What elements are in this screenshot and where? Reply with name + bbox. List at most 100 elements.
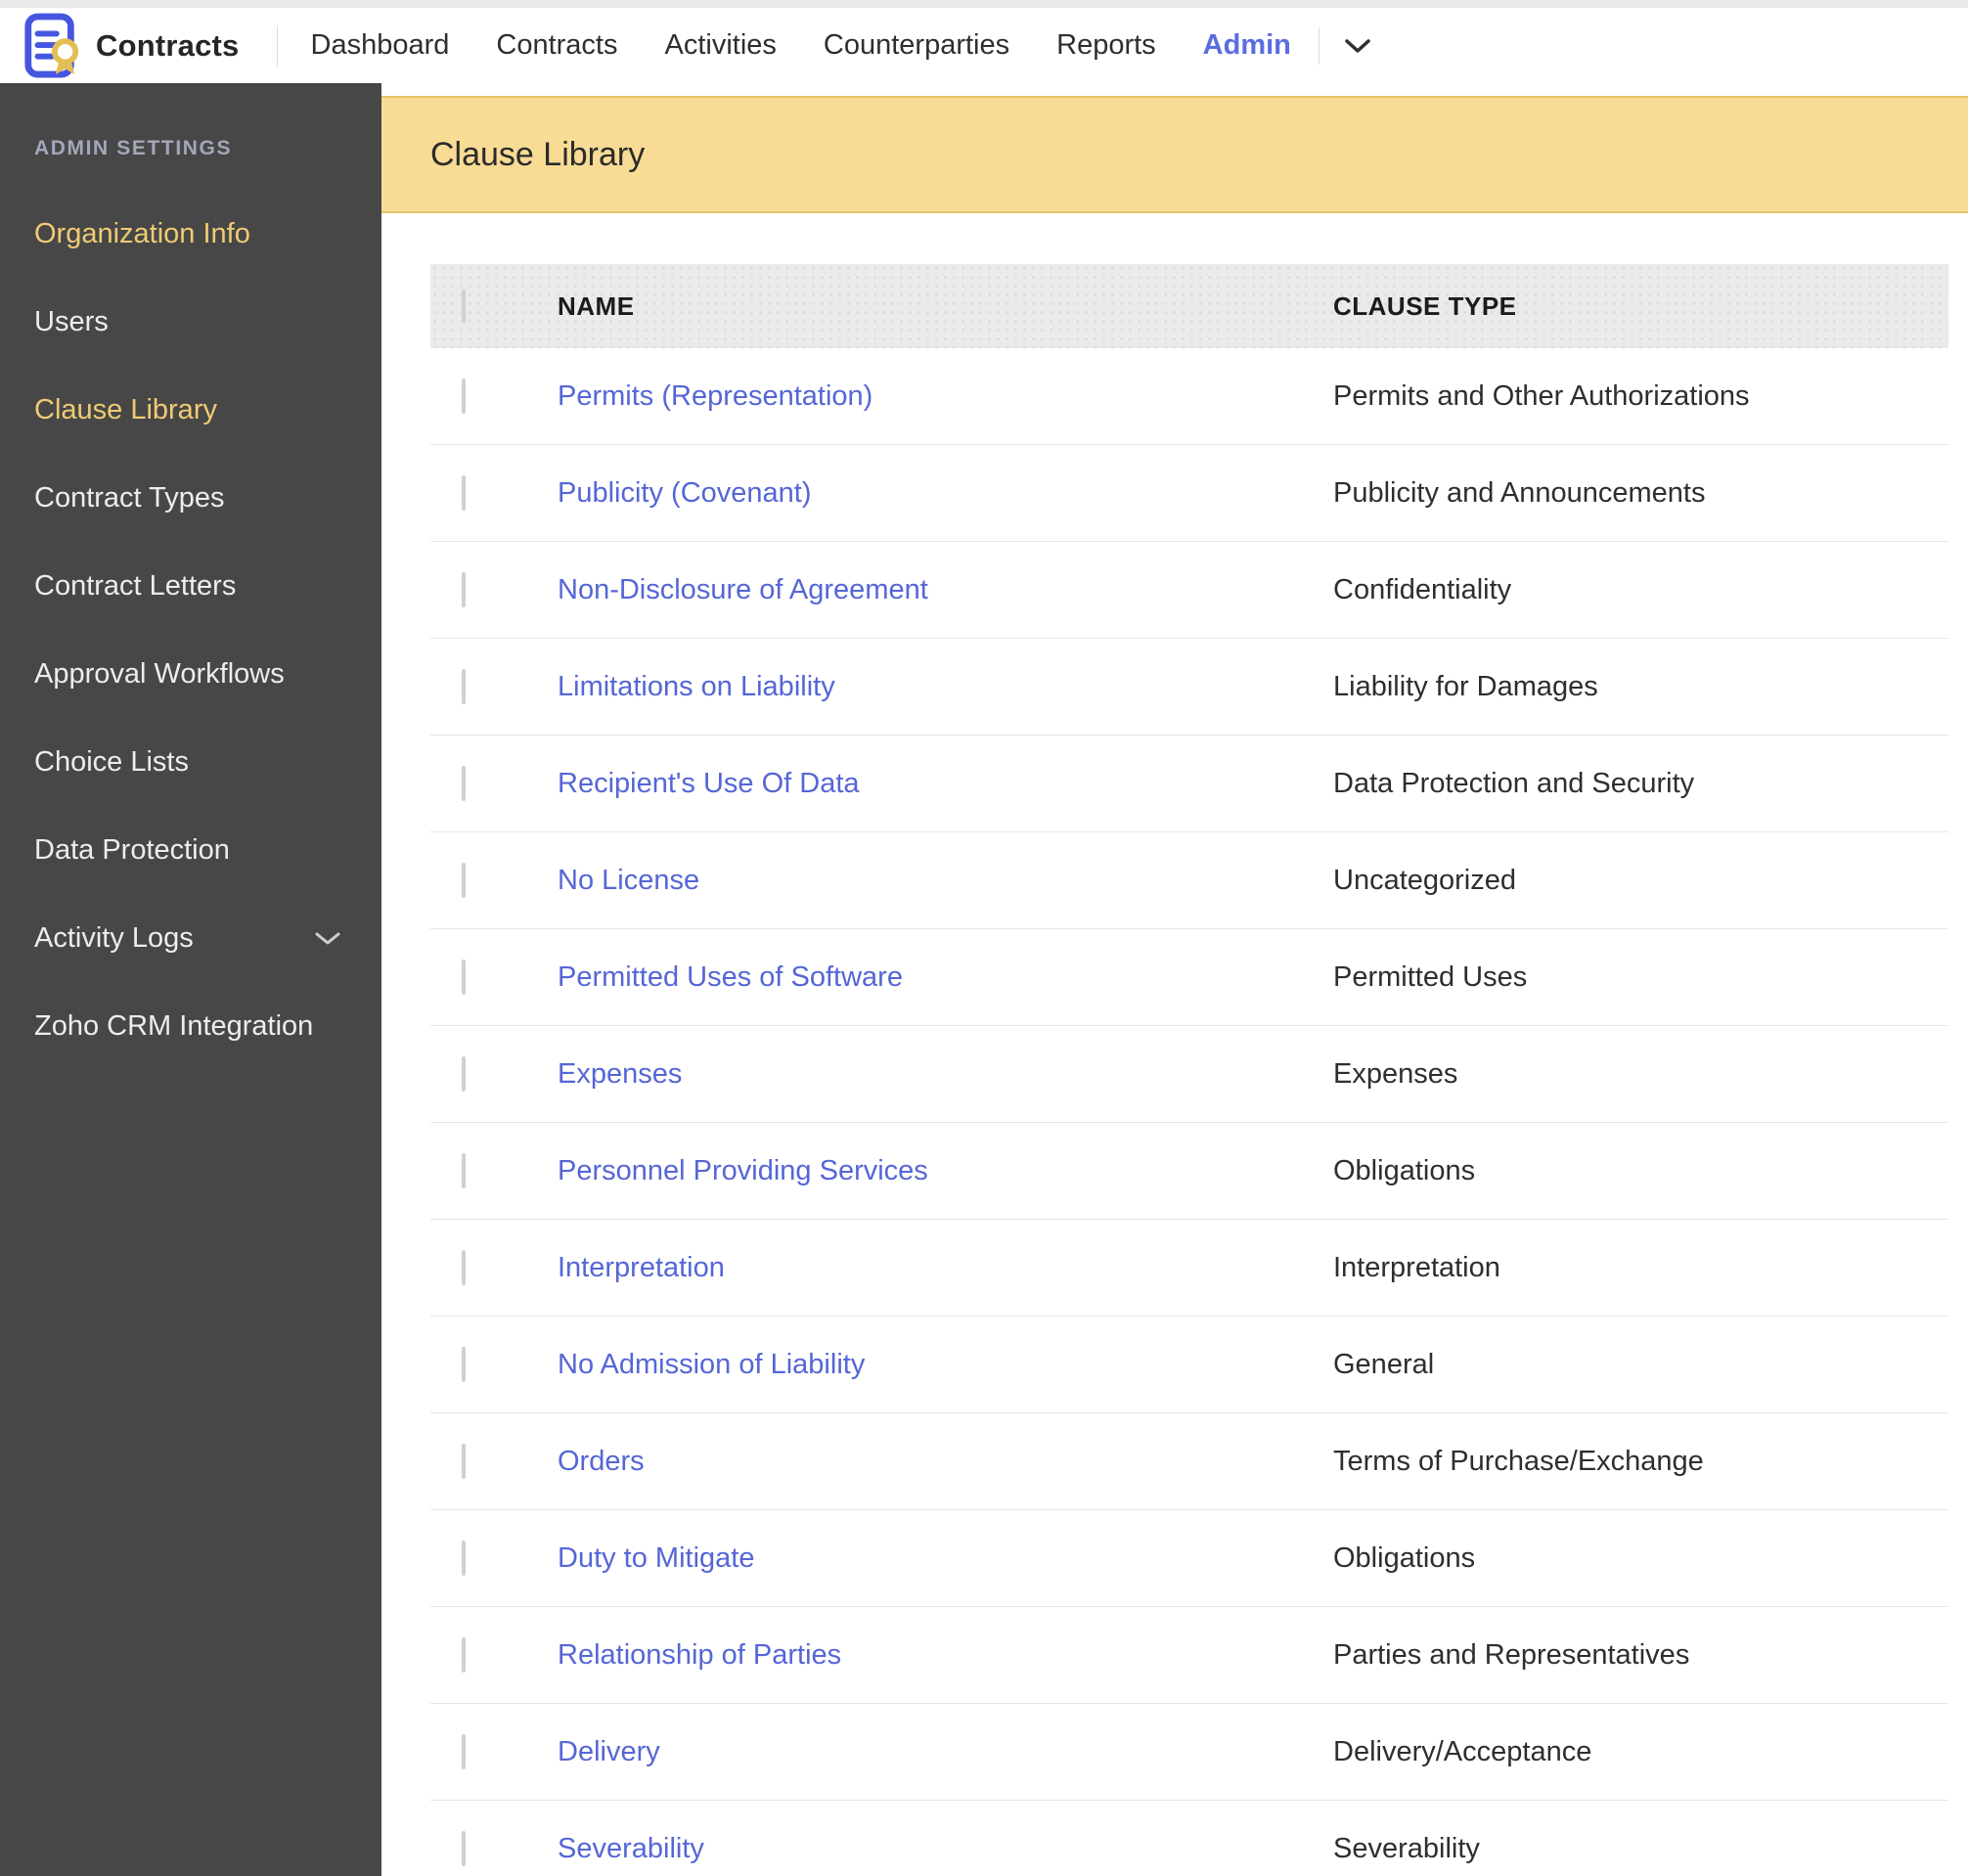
row-checkbox[interactable] [462, 1249, 466, 1285]
table-row: No Admission of Liability General [430, 1317, 1948, 1413]
clause-name-link[interactable]: Interpretation [558, 1252, 1333, 1284]
clause-type-cell: Obligations [1333, 1154, 1476, 1186]
row-checkbox[interactable] [462, 765, 466, 801]
nav-item-admin[interactable]: Admin [1203, 29, 1291, 62]
sidebar-item-label: Choice Lists [34, 745, 189, 778]
table-header-row: NAME CLAUSE TYPE [430, 264, 1948, 348]
sidebar-item-data-protection[interactable]: Data Protection [0, 806, 381, 894]
nav-item-counterparties[interactable]: Counterparties [824, 29, 1009, 62]
nav-item-reports[interactable]: Reports [1056, 29, 1156, 62]
row-checkbox[interactable] [462, 1830, 466, 1866]
table-row: Duty to Mitigate Obligations [430, 1510, 1948, 1607]
sidebar-heading: ADMIN SETTINGS [34, 137, 233, 159]
select-all-checkbox[interactable] [462, 289, 466, 323]
sidebar-item-label: Data Protection [34, 833, 230, 866]
table-row: Permits (Representation) Permits and Oth… [430, 348, 1948, 445]
clause-name-link[interactable]: Recipient's Use Of Data [558, 768, 1333, 800]
clause-name-link[interactable]: Duty to Mitigate [558, 1542, 1333, 1575]
nav-item-label: Reports [1056, 29, 1156, 61]
clause-name-link[interactable]: Limitations on Liability [558, 671, 1333, 703]
clause-type-cell: Terms of Purchase/Exchange [1333, 1445, 1704, 1477]
sidebar-item-label: Users [34, 305, 109, 337]
row-checkbox[interactable] [462, 571, 466, 607]
sidebar-item-clause-library[interactable]: Clause Library [0, 366, 381, 454]
sidebar-item-organization-info[interactable]: Organization Info [0, 190, 381, 278]
clause-type-cell: Permits and Other Authorizations [1333, 380, 1750, 412]
sidebar-item-users[interactable]: Users [0, 278, 381, 366]
row-checkbox[interactable] [462, 1540, 466, 1576]
row-checkbox[interactable] [462, 1055, 466, 1092]
sidebar-item-approval-workflows[interactable]: Approval Workflows [0, 630, 381, 718]
clause-name-link[interactable]: No Admission of Liability [558, 1349, 1333, 1381]
clause-name-link[interactable]: Severability [558, 1833, 1333, 1865]
clause-type-cell: Severability [1333, 1832, 1480, 1864]
app-brand[interactable]: Contracts [22, 12, 240, 80]
clause-table: NAME CLAUSE TYPE Permits (Representation… [430, 264, 1948, 1876]
nav-item-dashboard[interactable]: Dashboard [311, 29, 450, 62]
row-checkbox[interactable] [462, 1346, 466, 1382]
clause-type-cell: Permitted Uses [1333, 960, 1528, 993]
nav-more-chevron[interactable] [1345, 38, 1370, 54]
row-checkbox[interactable] [462, 1443, 466, 1479]
sidebar-item-label: Contract Types [34, 481, 225, 514]
nav-item-label: Dashboard [310, 29, 450, 61]
table-row: Non-Disclosure of Agreement Confidential… [430, 542, 1948, 639]
clause-type-cell: General [1333, 1348, 1435, 1380]
top-navigation-bar: Contracts Dashboard Contracts Activities… [0, 8, 1968, 83]
sidebar-item-label: Zoho CRM Integration [34, 1009, 314, 1042]
nav-item-label: Counterparties [823, 29, 1010, 61]
row-checkbox[interactable] [462, 378, 466, 414]
clause-name-link[interactable]: No License [558, 865, 1333, 897]
nav-item-contracts[interactable]: Contracts [496, 29, 617, 62]
sidebar-item-label: Contract Letters [34, 569, 237, 602]
clause-type-cell: Uncategorized [1333, 864, 1516, 896]
nav-item-label: Activities [664, 29, 777, 61]
column-header-clause-type: CLAUSE TYPE [1333, 290, 1517, 321]
admin-sidebar: ADMIN SETTINGS Organization Info Users C… [0, 83, 381, 1876]
sidebar-item-zoho-crm-integration[interactable]: Zoho CRM Integration [0, 982, 381, 1070]
table-row: Personnel Providing Services Obligations [430, 1123, 1948, 1220]
nav-items: Dashboard Contracts Activities Counterpa… [311, 29, 1291, 62]
row-checkbox[interactable] [462, 1636, 466, 1673]
table-row: Recipient's Use Of Data Data Protection … [430, 736, 1948, 832]
sidebar-item-contract-letters[interactable]: Contract Letters [0, 542, 381, 630]
clause-name-link[interactable]: Delivery [558, 1736, 1333, 1768]
clause-name-link[interactable]: Expenses [558, 1058, 1333, 1091]
sidebar-item-activity-logs[interactable]: Activity Logs [0, 894, 381, 982]
table-row: Orders Terms of Purchase/Exchange [430, 1413, 1948, 1510]
row-checkbox[interactable] [462, 1733, 466, 1769]
clause-name-link[interactable]: Publicity (Covenant) [558, 477, 1333, 510]
table-row: Limitations on Liability Liability for D… [430, 639, 1948, 736]
clause-name-link[interactable]: Relationship of Parties [558, 1639, 1333, 1672]
clause-name-link[interactable]: Non-Disclosure of Agreement [558, 574, 1333, 606]
table-row: Severability Severability [430, 1801, 1948, 1876]
page-title: Clause Library [430, 135, 646, 173]
table-row: Permitted Uses of Software Permitted Use… [430, 929, 1948, 1026]
clause-type-cell: Expenses [1333, 1057, 1458, 1090]
table-body: Permits (Representation) Permits and Oth… [430, 348, 1948, 1876]
clause-type-cell: Data Protection and Security [1333, 767, 1695, 799]
row-checkbox[interactable] [462, 474, 466, 511]
nav-item-activities[interactable]: Activities [664, 29, 776, 62]
sidebar-item-contract-types[interactable]: Contract Types [0, 454, 381, 542]
sidebar-item-label: Activity Logs [34, 921, 194, 954]
table-row: Delivery Delivery/Acceptance [430, 1704, 1948, 1801]
main-content: Clause Library NAME CLAUSE TYPE Permits … [381, 83, 1968, 1876]
clause-type-cell: Obligations [1333, 1541, 1476, 1574]
clause-type-cell: Parties and Representatives [1333, 1638, 1690, 1671]
nav-divider [276, 24, 278, 67]
table-row: No License Uncategorized [430, 832, 1948, 929]
clause-type-cell: Publicity and Announcements [1333, 476, 1706, 509]
clause-name-link[interactable]: Personnel Providing Services [558, 1155, 1333, 1187]
clause-name-link[interactable]: Permitted Uses of Software [558, 961, 1333, 994]
sidebar-item-choice-lists[interactable]: Choice Lists [0, 718, 381, 806]
chevron-down-icon [315, 931, 340, 946]
row-checkbox[interactable] [462, 1152, 466, 1188]
table-row: Relationship of Parties Parties and Repr… [430, 1607, 1948, 1704]
top-chrome-strip [0, 0, 1968, 8]
clause-name-link[interactable]: Permits (Representation) [558, 380, 1333, 413]
row-checkbox[interactable] [462, 959, 466, 995]
row-checkbox[interactable] [462, 862, 466, 898]
row-checkbox[interactable] [462, 668, 466, 704]
clause-name-link[interactable]: Orders [558, 1446, 1333, 1478]
